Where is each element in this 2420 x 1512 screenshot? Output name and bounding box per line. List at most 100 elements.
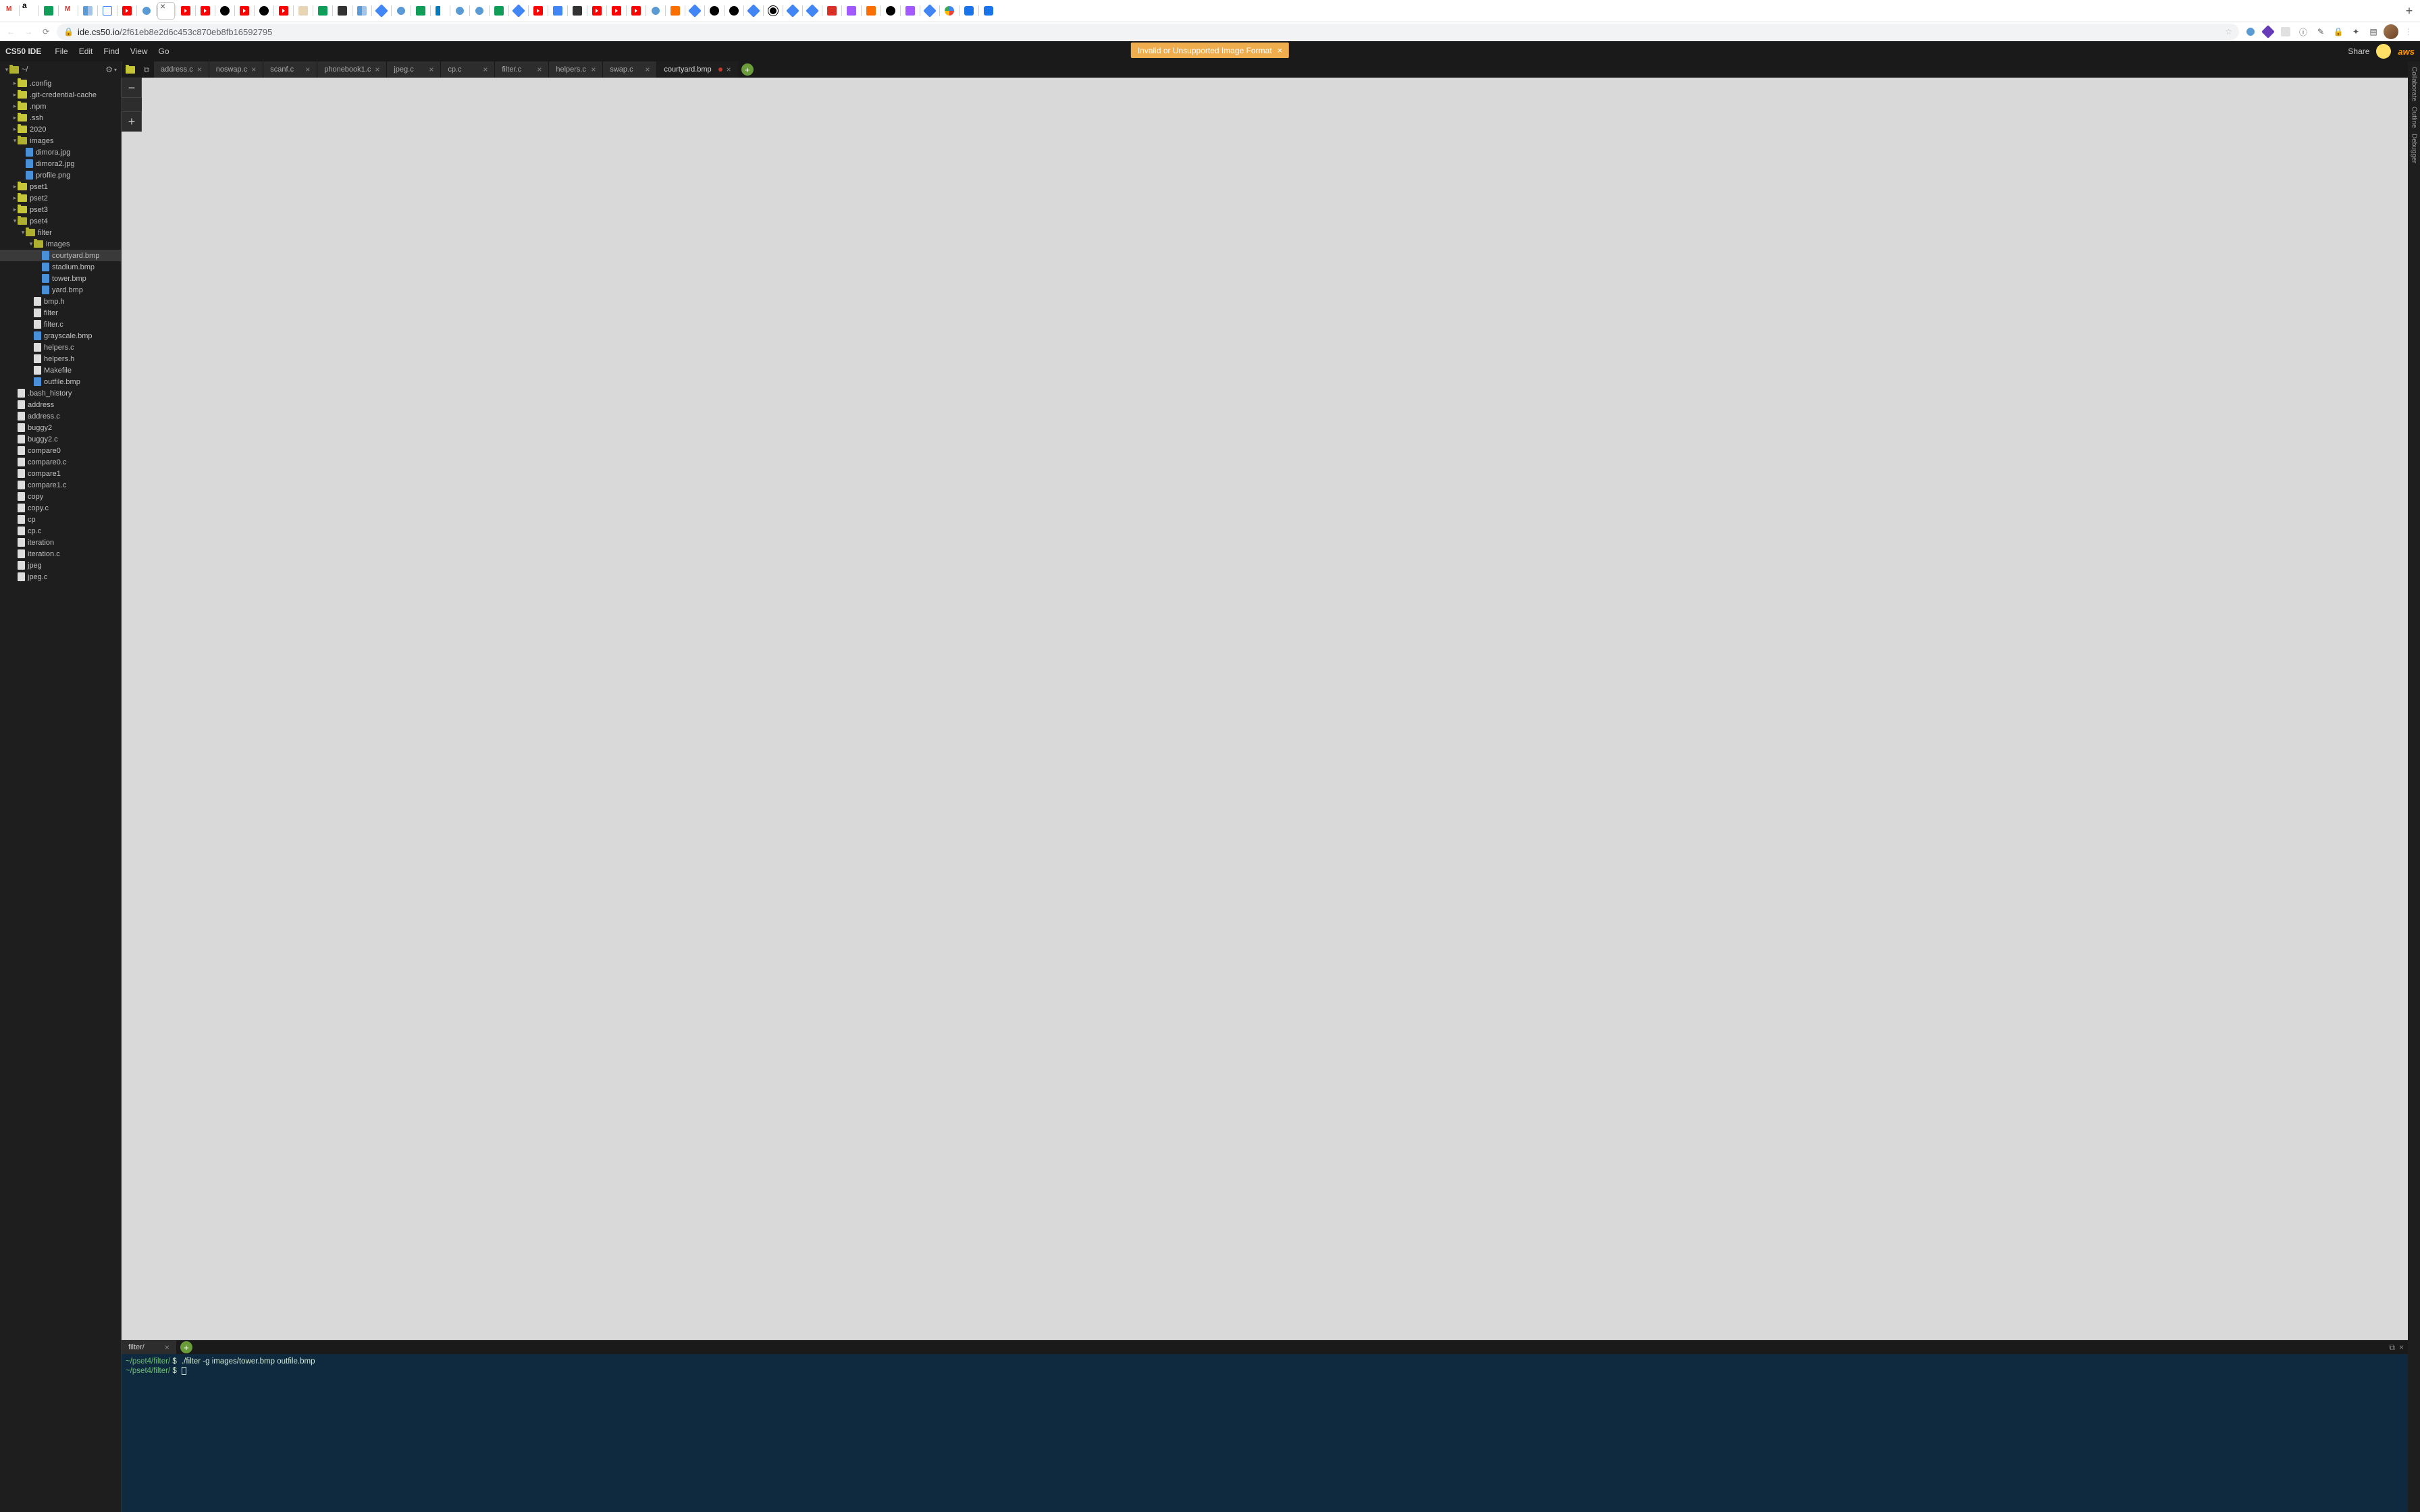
tree-file[interactable]: .bash_history: [0, 387, 121, 399]
share-button[interactable]: Share: [2348, 47, 2369, 56]
tree-toggle-icon[interactable]: ▾: [4, 66, 9, 74]
close-icon[interactable]: ×: [165, 1343, 169, 1352]
browser-tab[interactable]: [804, 2, 821, 20]
browser-tab[interactable]: [569, 2, 586, 20]
extensions-menu-icon[interactable]: ✦: [2348, 24, 2363, 39]
tree-file[interactable]: copy.c: [0, 502, 121, 514]
browser-tab[interactable]: [255, 2, 273, 20]
popout-icon[interactable]: ⧉: [2389, 1343, 2395, 1353]
browser-tab[interactable]: [666, 2, 684, 20]
close-icon[interactable]: ×: [197, 65, 202, 74]
close-icon[interactable]: ×: [591, 65, 596, 74]
tree-file[interactable]: bmp.h: [0, 296, 121, 307]
browser-tab[interactable]: [490, 2, 508, 20]
menu-go[interactable]: Go: [153, 47, 175, 56]
browser-tab[interactable]: [960, 2, 978, 20]
browser-tab[interactable]: [980, 2, 997, 20]
browser-tab[interactable]: [862, 2, 880, 20]
browser-tab[interactable]: [823, 2, 841, 20]
tree-toggle-icon[interactable]: ▸: [12, 194, 18, 202]
tree-file[interactable]: compare1.c: [0, 479, 121, 491]
editor-tab[interactable]: scanf.c×: [263, 61, 317, 78]
menu-edit[interactable]: Edit: [74, 47, 99, 56]
tree-toggle-icon[interactable]: ▸: [12, 206, 18, 213]
browser-tab[interactable]: [882, 2, 899, 20]
tree-folder[interactable]: ▸.npm: [0, 101, 121, 112]
tree-file[interactable]: outfile.bmp: [0, 376, 121, 387]
tree-file[interactable]: jpeg: [0, 560, 121, 571]
browser-tab[interactable]: [412, 2, 429, 20]
browser-tab[interactable]: [99, 2, 116, 20]
close-icon[interactable]: ×: [537, 65, 542, 74]
tree-file[interactable]: helpers.h: [0, 353, 121, 364]
tree-file[interactable]: profile.png: [0, 169, 121, 181]
profile-avatar[interactable]: [2384, 24, 2398, 39]
extension-icon[interactable]: [2243, 24, 2258, 39]
tree-toggle-icon[interactable]: ▾: [12, 217, 18, 225]
tree-toggle-icon[interactable]: ▾: [20, 229, 26, 236]
tree-toggle-icon[interactable]: ▾: [12, 137, 18, 144]
extension-icon[interactable]: ✎: [2313, 24, 2328, 39]
tree-file[interactable]: tower.bmp: [0, 273, 121, 284]
tree-toggle-icon[interactable]: ▸: [12, 126, 18, 133]
menu-view[interactable]: View: [125, 47, 153, 56]
browser-tab[interactable]: [706, 2, 723, 20]
editor-tab[interactable]: helpers.c×: [549, 61, 603, 78]
browser-tab[interactable]: [901, 2, 919, 20]
tree-file[interactable]: dimora.jpg: [0, 146, 121, 158]
close-icon[interactable]: ×: [1278, 45, 1283, 55]
browser-tab[interactable]: [294, 2, 312, 20]
tree-file[interactable]: helpers.c: [0, 342, 121, 353]
tree-folder[interactable]: ▸.git-credential-cache: [0, 89, 121, 101]
duck-icon[interactable]: [2376, 44, 2391, 59]
browser-tab[interactable]: [177, 2, 194, 20]
browser-tab[interactable]: [471, 2, 488, 20]
tree-folder[interactable]: ▸.ssh: [0, 112, 121, 124]
close-icon[interactable]: ×: [645, 65, 650, 74]
rail-outline[interactable]: Outline: [2411, 104, 2418, 131]
browser-tab[interactable]: [647, 2, 664, 20]
browser-tab[interactable]: [941, 2, 958, 20]
tree-toggle-icon[interactable]: ▾: [28, 240, 34, 248]
browser-tab[interactable]: [314, 2, 332, 20]
tree-file[interactable]: address: [0, 399, 121, 410]
browser-tab[interactable]: [392, 2, 410, 20]
tree-folder[interactable]: ▸pset2: [0, 192, 121, 204]
zoom-in-button[interactable]: +: [122, 111, 142, 132]
editor-tab[interactable]: courtyard.bmp×: [657, 61, 738, 78]
close-icon[interactable]: ×: [305, 65, 310, 74]
new-browser-tab[interactable]: +: [2401, 3, 2417, 19]
tree-folder[interactable]: ▸.config: [0, 78, 121, 89]
tree-toggle-icon[interactable]: ▸: [12, 183, 18, 190]
browser-tab[interactable]: [373, 2, 390, 20]
tree-file[interactable]: stadium.bmp: [0, 261, 121, 273]
tree-file[interactable]: address.c: [0, 410, 121, 422]
close-icon[interactable]: ×: [483, 65, 488, 74]
rail-collaborate[interactable]: Collaborate: [2411, 64, 2418, 104]
nav-forward-button[interactable]: →: [22, 25, 35, 38]
browser-tab[interactable]: [40, 2, 57, 20]
url-input[interactable]: 🔒 ide.cs50.io/2f61eb8e2d6c453c870eb8fb16…: [57, 24, 2239, 40]
browser-tab[interactable]: [451, 2, 469, 20]
browser-tab[interactable]: [745, 2, 762, 20]
browser-tab[interactable]: [608, 2, 625, 20]
gear-icon[interactable]: ⚙▾: [105, 65, 117, 74]
tree-file[interactable]: courtyard.bmp: [0, 250, 121, 261]
tree-folder[interactable]: ▾images: [0, 135, 121, 146]
menu-file[interactable]: File: [49, 47, 73, 56]
tree-toggle-icon[interactable]: ▸: [12, 91, 18, 99]
close-icon[interactable]: ×: [375, 65, 379, 74]
tree-file[interactable]: copy: [0, 491, 121, 502]
tree-toggle-icon[interactable]: ▸: [12, 80, 18, 87]
browser-tab[interactable]: [79, 2, 97, 20]
editor-tab[interactable]: phonebook1.c×: [317, 61, 387, 78]
reading-list-icon[interactable]: ▤: [2366, 24, 2381, 39]
browser-tab[interactable]: [843, 2, 860, 20]
browser-tab[interactable]: [334, 2, 351, 20]
zoom-out-button[interactable]: −: [122, 78, 142, 98]
rail-debugger[interactable]: Debugger: [2411, 131, 2418, 166]
browser-tab[interactable]: [686, 2, 704, 20]
browser-tab[interactable]: [627, 2, 645, 20]
extension-icon[interactable]: [2278, 24, 2293, 39]
extension-icon[interactable]: 🔒: [2331, 24, 2346, 39]
